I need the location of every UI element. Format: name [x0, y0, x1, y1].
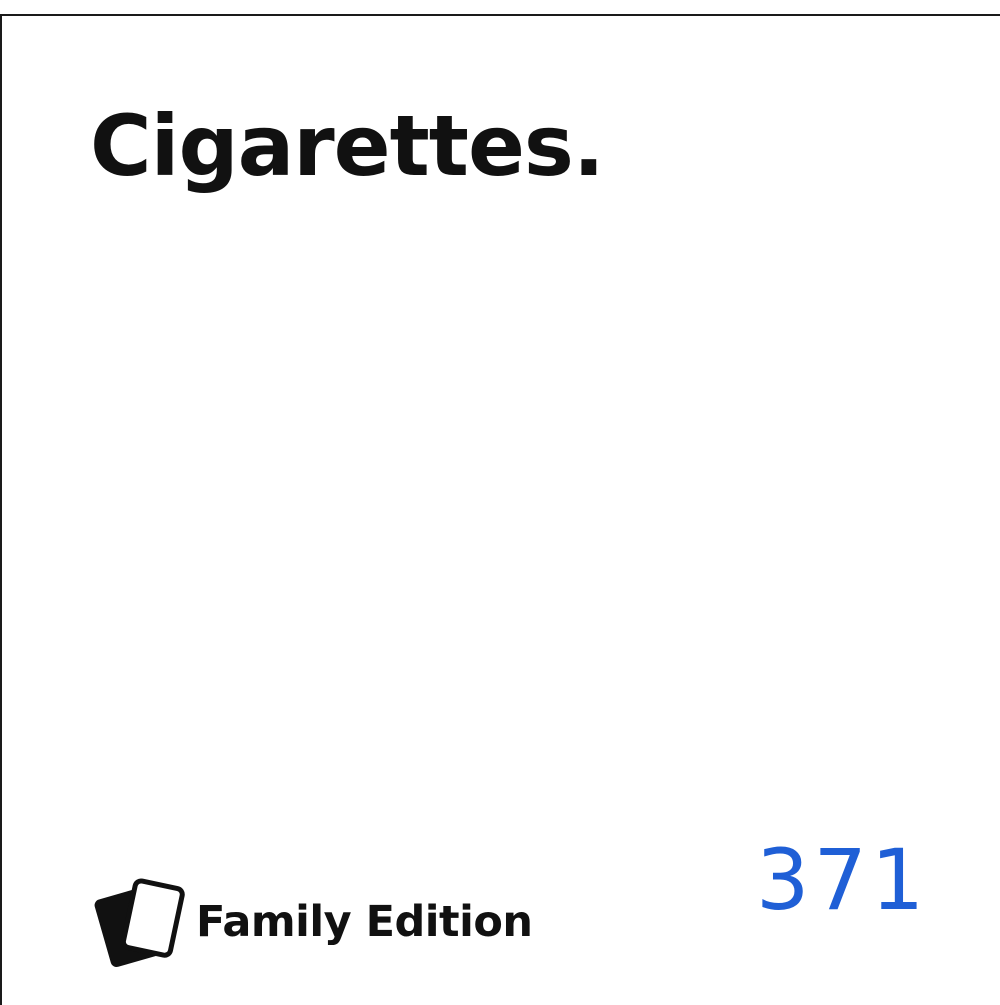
stacked-cards-icon [94, 878, 185, 967]
card-number: 371 [756, 831, 929, 929]
edition-logo: Family Edition [90, 878, 533, 970]
card-text: Cigarettes. [90, 97, 605, 195]
card: Cigarettes. Family Edition 371 [0, 14, 1000, 1005]
edition-label: Family Edition [196, 897, 533, 947]
